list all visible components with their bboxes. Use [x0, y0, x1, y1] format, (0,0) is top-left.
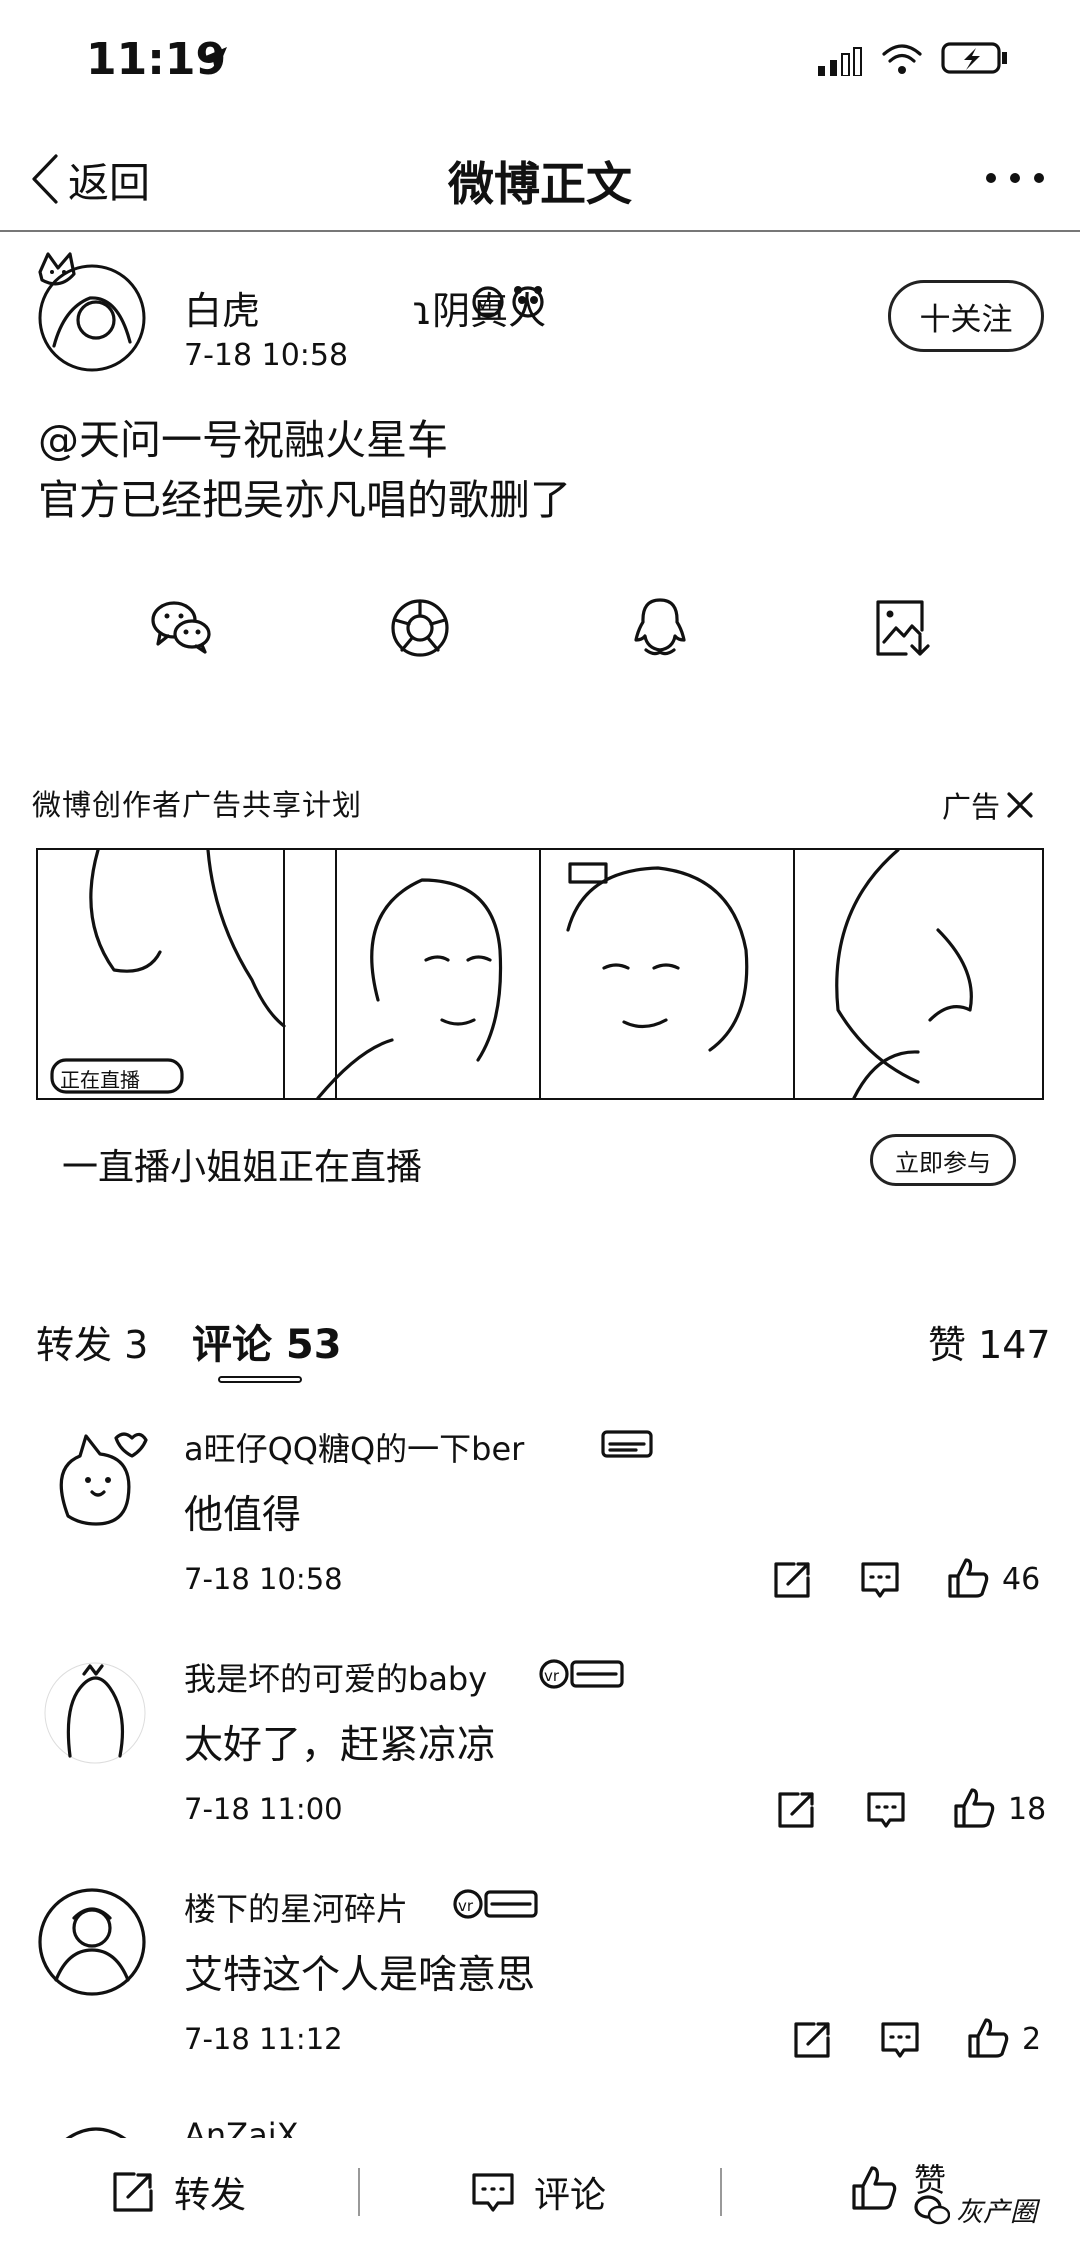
- ad-title: 微博创作者广告共享计划: [32, 788, 363, 822]
- comment-time: 7-18 11:00: [184, 1792, 343, 1826]
- svg-text:vr: vr: [478, 294, 494, 313]
- post-text-line-2: 官方已经把吴亦凡唱的歌删了: [38, 476, 571, 524]
- battery-icon: [940, 40, 1010, 76]
- comment-time: 7-18 10:58: [184, 1562, 343, 1596]
- wifi-icon: [880, 42, 924, 76]
- member-badge-icon: vr: [538, 1658, 626, 1690]
- comment-item: AnZaiX: [0, 2108, 1080, 2138]
- divider: [358, 2168, 360, 2216]
- share-comment-icon[interactable]: [792, 2020, 832, 2060]
- wechat-icon: [914, 2194, 950, 2226]
- comment-icon: [470, 2169, 516, 2215]
- commenter-avatar[interactable]: [40, 1658, 150, 1768]
- watermark: 灰产圈: [914, 2190, 1037, 2229]
- commenter-avatar[interactable]: [34, 1884, 150, 2000]
- commenter-name[interactable]: AnZaiX: [184, 2116, 299, 2138]
- divider: [720, 2168, 722, 2216]
- reply-icon[interactable]: [880, 2020, 920, 2060]
- signal-icon: [816, 46, 868, 76]
- reply-icon[interactable]: [860, 1560, 900, 1600]
- repost-icon: [110, 2169, 156, 2215]
- commenter-avatar[interactable]: [40, 1428, 150, 1538]
- comment-time: 7-18 11:12: [184, 2022, 343, 2056]
- comment-button[interactable]: 评论: [470, 2166, 606, 2218]
- tab-comment[interactable]: 评论 53: [192, 1312, 342, 1370]
- post-text: @天问一号祝融火星车 官方已经把吴亦凡唱的歌删了: [38, 410, 571, 530]
- member-badge-icon: [600, 1428, 654, 1460]
- nav-bar: 返回 微博正文: [0, 130, 1080, 232]
- like-icon: [850, 2164, 898, 2212]
- svg-text:vr: vr: [458, 1897, 474, 1915]
- like-icon[interactable]: [952, 1786, 996, 1830]
- like-count: 46: [1002, 1562, 1041, 1597]
- tab-indicator: [218, 1376, 302, 1383]
- post-text-line-1: @天问一号祝融火星车: [38, 416, 448, 464]
- share-comment-icon[interactable]: [772, 1560, 812, 1600]
- wechat-icon[interactable]: [150, 596, 212, 656]
- like-icon[interactable]: [946, 1556, 990, 1600]
- ad-action-label: 立即参与: [895, 1148, 991, 1177]
- ad-close-button[interactable]: 广告: [942, 784, 1034, 826]
- qq-icon[interactable]: [634, 596, 686, 658]
- ad-action-button[interactable]: 立即参与: [870, 1134, 1016, 1186]
- page-title: 微博正文: [448, 157, 632, 211]
- tab-repost[interactable]: 转发 3: [36, 1314, 148, 1369]
- location-arrow-icon: [198, 44, 230, 76]
- svg-text:vr: vr: [544, 1667, 560, 1685]
- repost-button[interactable]: 转发: [110, 2166, 246, 2218]
- commenter-avatar[interactable]: [46, 2114, 146, 2138]
- tab-like[interactable]: 赞 147: [928, 1314, 1051, 1369]
- commenter-name[interactable]: 我是坏的可爱的baby: [184, 1654, 487, 1700]
- commenter-name[interactable]: a旺仔QQ糖Q的一下ber: [184, 1424, 524, 1470]
- live-badge: 正在直播: [60, 1068, 140, 1092]
- watermark-text: 灰产圈: [956, 2197, 1037, 2228]
- save-image-icon[interactable]: [874, 598, 932, 658]
- status-bar: 11:19: [0, 0, 1080, 130]
- moments-icon[interactable]: [390, 598, 450, 658]
- comment-label: 评论: [534, 2175, 607, 2216]
- follow-label: 十关注: [919, 301, 1013, 338]
- post-time: 7-18 10:58: [184, 338, 349, 373]
- share-comment-icon[interactable]: [776, 1790, 816, 1830]
- author-avatar[interactable]: [34, 250, 148, 374]
- comment-item: 我是坏的可爱的baby vr 太好了，赶紧凉凉 7-18 11:00 18: [0, 1650, 1080, 1870]
- commenter-name[interactable]: 楼下的星河碎片: [184, 1884, 408, 1930]
- comment-text: 他值得: [184, 1493, 302, 1538]
- more-icon[interactable]: [984, 170, 1046, 186]
- ad-label: 广告: [942, 790, 1001, 824]
- like-icon[interactable]: [966, 2016, 1010, 2060]
- member-badge-icon: vr: [470, 284, 548, 320]
- follow-button[interactable]: 十关注: [888, 280, 1044, 352]
- repost-label: 转发: [174, 2175, 247, 2216]
- like-count: 18: [1008, 1792, 1047, 1827]
- bottom-action-bar: 转发 评论 赞 灰产圈: [0, 2140, 1080, 2255]
- comment-item: 楼下的星河碎片 vr 艾特这个人是啥意思 7-18 11:12 2: [0, 1880, 1080, 2100]
- reply-icon[interactable]: [866, 1790, 906, 1830]
- close-icon: [1006, 791, 1034, 819]
- like-count: 2: [1022, 2022, 1042, 2057]
- comment-text: 太好了，赶紧凉凉: [184, 1723, 497, 1768]
- comment-text: 艾特这个人是啥意思: [184, 1953, 536, 1998]
- ad-image-strip[interactable]: 正在直播: [36, 848, 1044, 1100]
- member-badge-icon: vr: [452, 1888, 540, 1920]
- ad-caption: 一直播小姐姐正在直播: [62, 1147, 423, 1188]
- comment-item: a旺仔QQ糖Q的一下ber 他值得 7-18 10:58 46: [0, 1420, 1080, 1640]
